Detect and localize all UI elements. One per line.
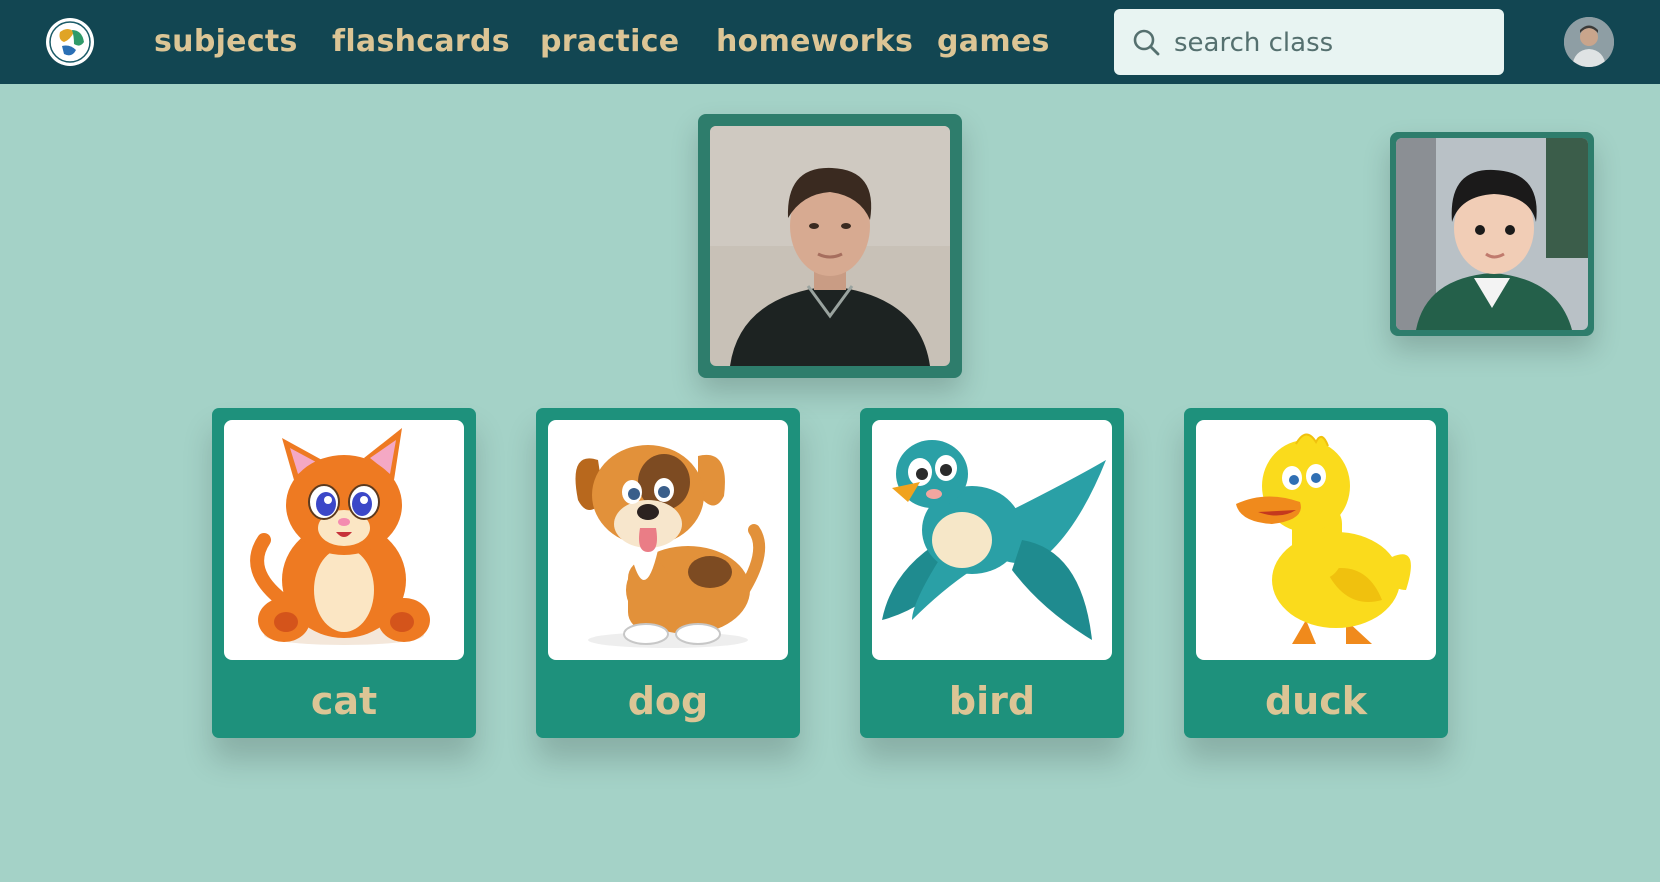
nav-homeworks[interactable]: homeworks bbox=[716, 22, 913, 62]
student-video bbox=[1396, 138, 1588, 330]
search-box[interactable] bbox=[1114, 9, 1504, 77]
cat-illustration bbox=[224, 420, 464, 660]
flashcard-dog[interactable]: dog bbox=[536, 408, 800, 738]
flashcard-label: dog bbox=[627, 679, 709, 723]
bird-illustration bbox=[872, 420, 1112, 660]
student-video-frame bbox=[1390, 132, 1594, 336]
nav-practice[interactable]: practice bbox=[540, 22, 679, 62]
flashcard-label: cat bbox=[310, 679, 378, 723]
user-avatar[interactable] bbox=[1564, 17, 1614, 67]
flashcard-label: duck bbox=[1264, 679, 1368, 723]
globe-logo-icon[interactable] bbox=[46, 18, 94, 66]
search-icon bbox=[1133, 29, 1160, 56]
nav-games[interactable]: games bbox=[937, 22, 1050, 62]
search-input[interactable] bbox=[1172, 9, 1496, 77]
top-nav-bar: subjects flashcards practice homeworks g… bbox=[0, 0, 1660, 84]
flashcard-bird[interactable]: bird bbox=[860, 408, 1124, 738]
flashcard-label: bird bbox=[948, 679, 1036, 723]
teacher-video-frame bbox=[698, 114, 962, 378]
flashcard-cat[interactable]: cat bbox=[212, 408, 476, 738]
duck-illustration bbox=[1196, 420, 1436, 660]
dog-illustration bbox=[548, 420, 788, 660]
nav-flashcards[interactable]: flashcards bbox=[332, 22, 510, 62]
teacher-video bbox=[710, 126, 950, 366]
flashcard-duck[interactable]: duck bbox=[1184, 408, 1448, 738]
nav-subjects[interactable]: subjects bbox=[154, 22, 298, 62]
